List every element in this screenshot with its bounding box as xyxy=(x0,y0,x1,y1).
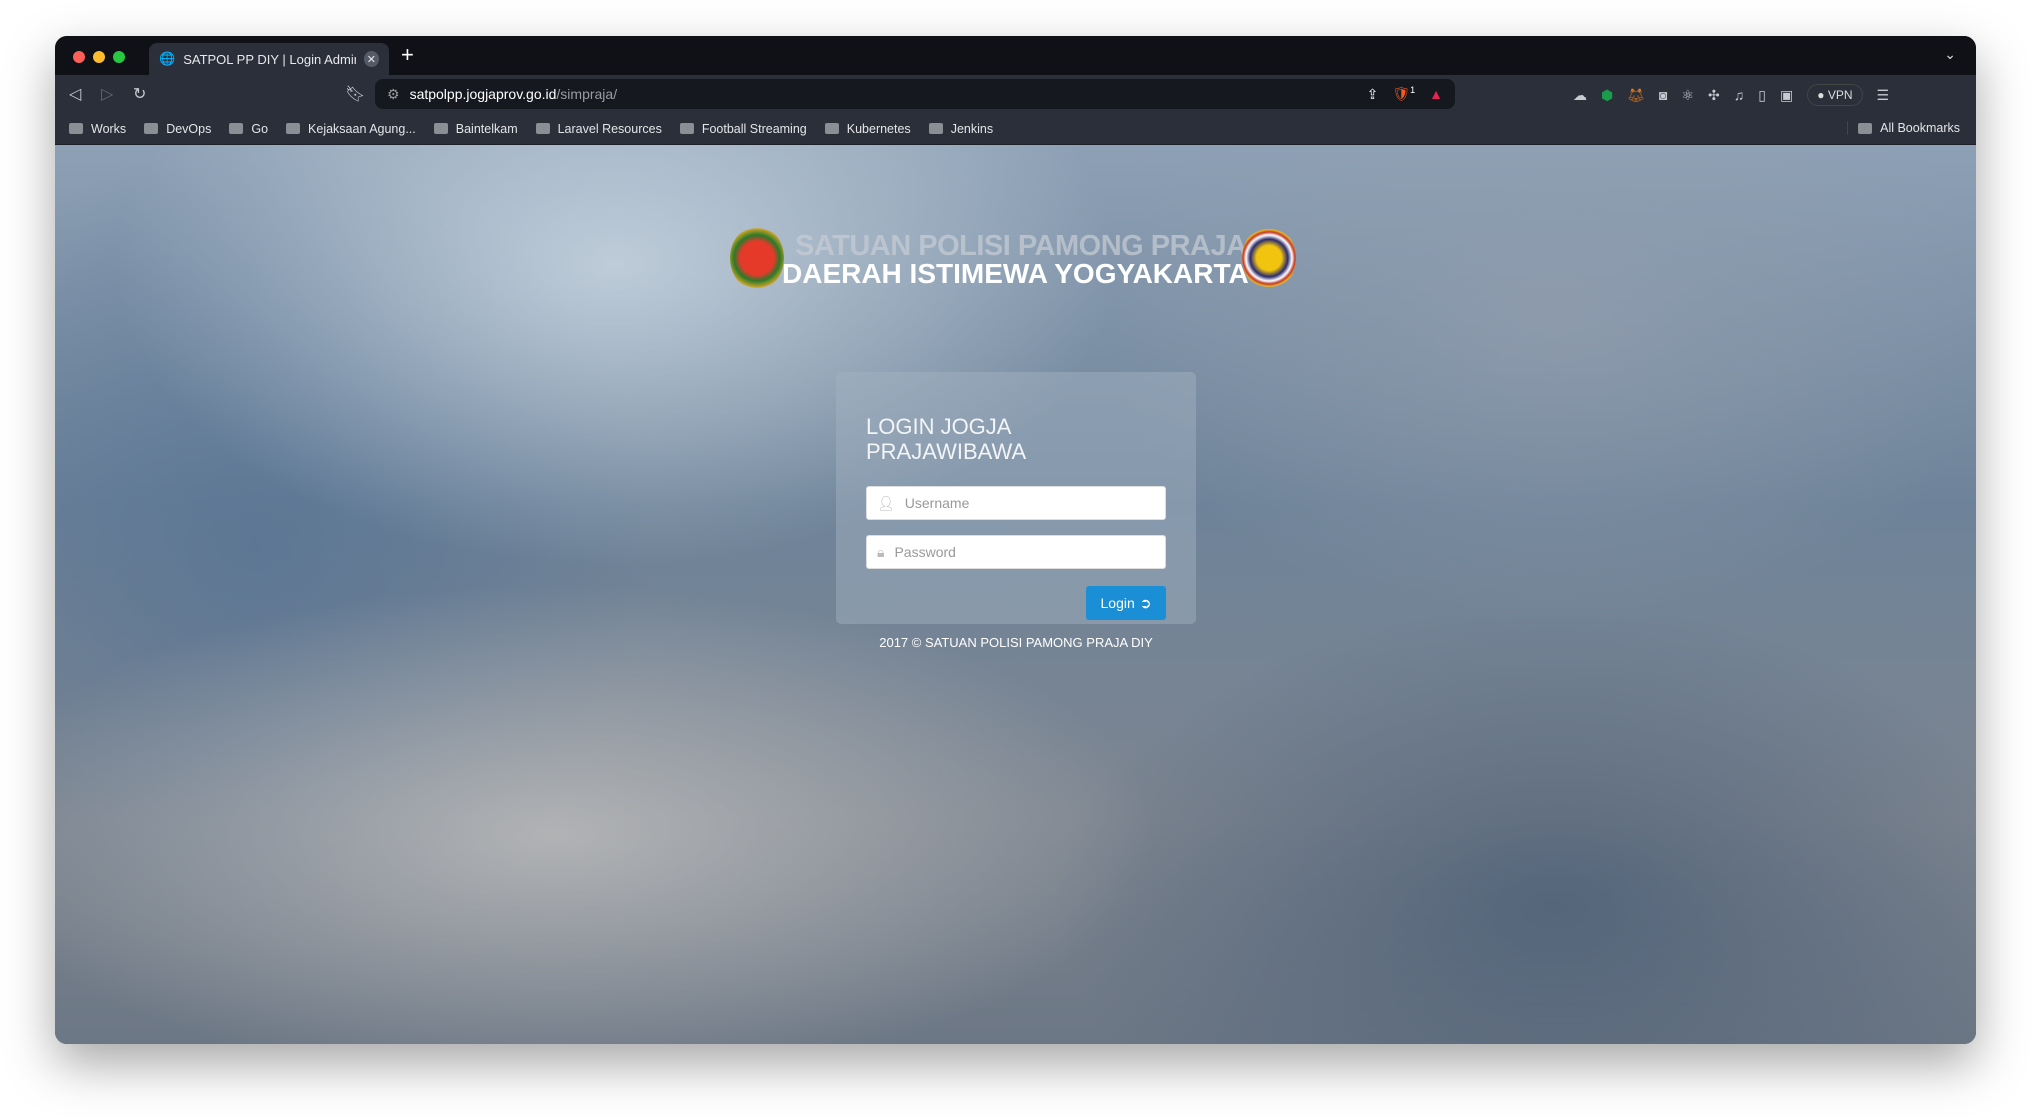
bookmark-works[interactable]: Works xyxy=(69,122,126,136)
tab-list-chevron-icon[interactable]: ⌄ xyxy=(1944,46,1956,63)
address-bar[interactable]: ⚙ satpolpp.jogjaprov.go.id/simpraja/ ⇪ 🛡… xyxy=(375,79,1455,109)
close-window-button[interactable] xyxy=(73,51,85,63)
page-content: SATUAN POLISI PAMONG PRAJA DAERAH ISTIME… xyxy=(55,145,1976,1044)
bookmark-label: Football Streaming xyxy=(701,121,807,136)
brave-rewards-icon[interactable]: ▲ xyxy=(1429,86,1443,102)
bookmark-football[interactable]: Football Streaming xyxy=(679,121,807,136)
username-placeholder: Username xyxy=(904,495,970,511)
extension-icon[interactable]: ☁ xyxy=(1573,87,1587,104)
all-bookmarks-label: All Bookmarks xyxy=(1880,121,1960,135)
login-panel: LOGIN JOGJA PRAJAWIBAWA 👤︎ Username 🔒︎ P… xyxy=(836,372,1196,624)
site-header: SATUAN POLISI PAMONG PRAJA DAERAH ISTIME… xyxy=(730,226,1310,292)
folder-icon xyxy=(928,123,943,134)
header-line2: DAERAH ISTIMEWA YOGYAKARTA xyxy=(782,258,1249,289)
folder-icon xyxy=(1858,122,1873,134)
folder-icon xyxy=(679,123,694,134)
folder-icon xyxy=(824,123,839,134)
url-path: /simpraja/ xyxy=(556,86,618,102)
back-icon[interactable]: ◁ xyxy=(69,84,81,104)
bookmark-baintelkam[interactable]: Baintelkam xyxy=(433,121,518,136)
toolbar: ◁ ▷ ↻ 🔖︎ ⚙ satpolpp.jogjaprov.go.id/simp… xyxy=(55,75,1976,113)
bookmark-devops[interactable]: DevOps xyxy=(144,122,211,136)
minimize-window-button[interactable] xyxy=(93,51,105,63)
bookmark-label: Go xyxy=(251,121,269,136)
folder-icon xyxy=(433,123,448,134)
react-icon[interactable]: ⚛ xyxy=(1681,87,1694,104)
sidebar-icon[interactable]: ▯ xyxy=(1758,87,1766,104)
bookmarks-bar: Works DevOps Go Kejaksaan Agung... Baint… xyxy=(55,113,1976,145)
brave-shield-icon[interactable]: 🛡1 xyxy=(1392,85,1415,103)
bookmark-label: Kejaksaan Agung... xyxy=(308,121,416,136)
vpn-label: VPN xyxy=(1827,88,1853,102)
tab-title: SATPOL PP DIY | Login Administrator xyxy=(183,51,355,67)
music-icon[interactable]: ♫ xyxy=(1734,87,1745,103)
maximize-window-button[interactable] xyxy=(113,51,125,63)
puzzle-icon[interactable]: ✣ xyxy=(1708,87,1720,104)
shield-extension-icon[interactable]: ⬢ xyxy=(1601,87,1613,104)
user-icon: 👤︎ xyxy=(877,494,895,511)
bookmark-label: DevOps xyxy=(166,121,212,136)
login-button[interactable]: Login ➲ xyxy=(1086,586,1166,620)
bookmark-label: Baintelkam xyxy=(455,121,518,136)
tab-close-icon[interactable]: ✕ xyxy=(363,51,379,67)
login-title: LOGIN JOGJA PRAJAWIBAWA xyxy=(866,414,1027,464)
bookmark-go[interactable]: Go xyxy=(229,122,268,136)
username-input[interactable]: 👤︎ Username xyxy=(866,486,1166,520)
bookmark-kejaksaan[interactable]: Kejaksaan Agung... xyxy=(286,122,416,136)
yogyakarta-emblem-logo xyxy=(730,226,784,290)
bookmark-label: Works xyxy=(91,121,127,136)
folder-icon xyxy=(69,123,83,134)
satpol-pp-logo xyxy=(1242,226,1296,290)
bookmark-kubernetes[interactable]: Kubernetes xyxy=(824,121,911,136)
vpn-button[interactable]: ● VPN xyxy=(1807,84,1863,106)
url-host: satpolpp.jogjaprov.go.id xyxy=(409,86,557,102)
site-settings-icon[interactable]: ⚙ xyxy=(387,86,400,103)
forward-icon[interactable]: ▷ xyxy=(101,84,113,104)
bookmark-jenkins[interactable]: Jenkins xyxy=(928,121,994,136)
new-tab-button[interactable]: + xyxy=(401,42,414,68)
shield-badge: 1 xyxy=(1410,85,1416,96)
lock-icon: 🔒︎ xyxy=(877,543,885,560)
password-input[interactable]: 🔒︎ Password xyxy=(866,535,1166,569)
footer-copyright: 2017 © SATUAN POLISI PAMONG PRAJA DIY xyxy=(879,635,1153,650)
bookmark-label: Laravel Resources xyxy=(557,121,662,136)
password-placeholder: Password xyxy=(894,544,956,560)
folder-icon xyxy=(286,123,301,134)
menu-icon[interactable]: ☰ xyxy=(1877,87,1890,104)
login-button-label: Login xyxy=(1100,595,1135,611)
reload-icon[interactable]: ↻ xyxy=(133,84,146,104)
metamask-icon[interactable]: 🦊︎ xyxy=(1627,87,1645,104)
share-icon[interactable]: ⇪ xyxy=(1367,86,1379,103)
extensions: ☁ ⬢ 🦊︎ ◙ ⚛ ✣ ♫ ▯ ▣ ● VPN ☰ xyxy=(1573,84,1889,106)
bookmark-icon[interactable]: 🔖︎ xyxy=(345,84,365,104)
bookmark-laravel[interactable]: Laravel Resources xyxy=(535,121,662,136)
globe-icon: 🌐 xyxy=(159,51,176,66)
wallet-icon[interactable]: ▣ xyxy=(1780,87,1793,104)
folder-icon xyxy=(144,123,159,134)
folder-icon xyxy=(535,123,550,134)
arrow-circle-right-icon: ➲ xyxy=(1139,594,1152,611)
folder-icon xyxy=(229,123,244,134)
browser-window: 🌐 SATPOL PP DIY | Login Administrator ✕ … xyxy=(55,36,1976,1044)
all-bookmarks[interactable]: All Bookmarks xyxy=(1847,121,1960,135)
camera-icon[interactable]: ◙ xyxy=(1659,87,1667,103)
tab-active[interactable]: 🌐 SATPOL PP DIY | Login Administrator ✕ xyxy=(149,43,389,75)
bookmark-label: Jenkins xyxy=(950,121,994,136)
tab-bar: 🌐 SATPOL PP DIY | Login Administrator ✕ … xyxy=(55,36,1976,75)
bookmark-label: Kubernetes xyxy=(846,121,911,136)
